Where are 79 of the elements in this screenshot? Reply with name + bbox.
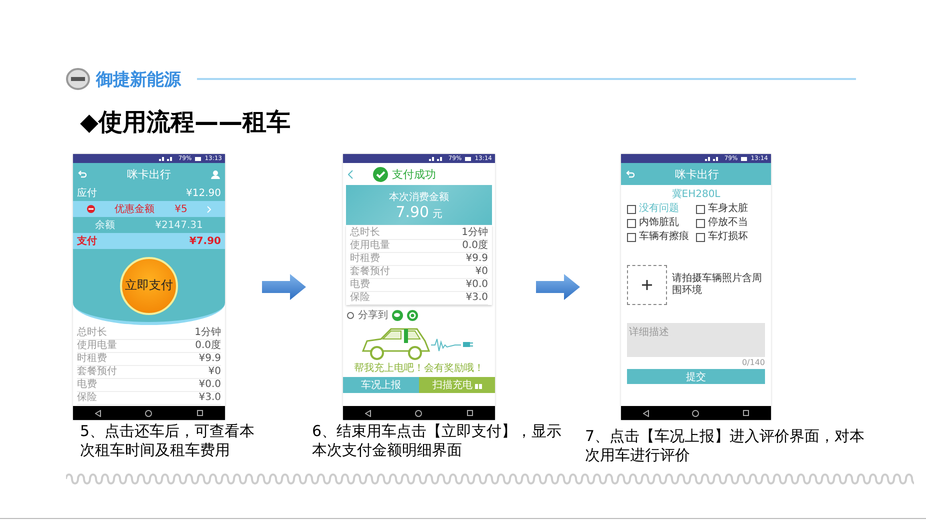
right-arrow-icon	[536, 274, 580, 300]
detail-value: 0.0度	[462, 240, 488, 252]
detail-value: ¥0	[475, 266, 488, 278]
detail-value: 0.0度	[195, 340, 221, 352]
amount-label: 本次消费金额	[389, 190, 449, 204]
detail-label: 总时长	[77, 327, 107, 339]
detail-value: 1分钟	[462, 227, 488, 239]
recents-icon[interactable]	[743, 410, 750, 416]
share-label: 分享到	[358, 308, 388, 322]
detail-value: ¥0.0	[466, 279, 488, 291]
summary-label: 支付	[77, 234, 97, 248]
summary-label: 余额	[95, 218, 116, 232]
detail-value: 1分钟	[194, 327, 221, 339]
step-caption: 5、点击还车后，可查看本次租车时间及租车费用	[80, 422, 256, 461]
app-title: 咪卡出行	[127, 166, 171, 182]
plus-icon	[642, 280, 652, 290]
right-arrow-icon	[262, 274, 306, 300]
back-icon[interactable]	[95, 410, 102, 416]
brand-name: 御捷新能源	[96, 68, 181, 90]
gift-icon	[474, 382, 482, 388]
back-icon[interactable]	[365, 410, 372, 416]
chevron-right-icon	[207, 206, 212, 212]
aperture-icon[interactable]	[407, 310, 418, 320]
detail-value: ¥3.0	[466, 292, 488, 304]
detail-label: 电费	[77, 379, 97, 391]
slide-title: ◆使用流程——租车	[80, 107, 292, 138]
detail-label: 套餐预付	[77, 366, 117, 378]
pay-now-button[interactable]: 立即支付	[120, 256, 178, 314]
detail-label: 总时长	[350, 227, 380, 239]
battery-icon	[464, 156, 472, 160]
home-icon[interactable]	[415, 410, 422, 416]
back-icon[interactable]	[642, 410, 649, 416]
detail-label: 使用电量	[77, 340, 117, 352]
issue-checkbox[interactable]: 车辆有擦痕	[627, 231, 696, 243]
issue-checkbox[interactable]: 车身太脏	[696, 203, 765, 215]
recents-icon[interactable]	[196, 410, 203, 416]
battery-icon	[740, 156, 748, 160]
app-title: 咪卡出行	[675, 166, 719, 182]
detail-value: ¥9.9	[466, 253, 488, 265]
summary-label: 优惠金额	[114, 202, 155, 216]
battery-icon	[194, 156, 202, 160]
detail-label: 保险	[77, 392, 97, 404]
home-icon[interactable]	[145, 410, 152, 416]
check-circle-icon	[373, 166, 388, 182]
step-caption: 7、点击【车况上报】进入评价界面，对本次用车进行评价	[585, 426, 866, 465]
minus-circle-icon	[86, 205, 95, 213]
photo-hint: 请拍摄车辆照片含周围环境	[672, 273, 763, 297]
detail-value: ¥0.0	[198, 379, 221, 391]
detail-label: 套餐预付	[350, 266, 390, 278]
add-photo-button[interactable]	[627, 265, 667, 305]
amount-value: 7.90	[396, 202, 430, 220]
issue-checkbox[interactable]: 内饰脏乱	[627, 217, 696, 229]
promo-text: 帮我充上电吧！会有奖励哦！	[353, 363, 485, 375]
summary-value: ¥7.90	[189, 236, 221, 246]
app-title: 支付成功	[392, 166, 436, 182]
chat-icon[interactable]	[392, 310, 403, 320]
summary-value: ¥5	[174, 204, 188, 214]
detail-label: 时租费	[77, 353, 107, 365]
detail-label: 使用电量	[350, 240, 390, 252]
summary-value: ¥12.90	[186, 188, 221, 198]
detail-value: ¥0	[208, 366, 221, 378]
description-field[interactable]: 详细描述	[627, 323, 765, 357]
issue-checkbox[interactable]: 停放不当	[696, 217, 765, 229]
detail-label: 保险	[350, 292, 370, 304]
char-counter: 0/140	[740, 357, 766, 369]
step-caption: 6、结束用车点击【立即支付】，显示本次支付金额明细界面	[312, 422, 563, 461]
summary-value: ¥2147.31	[155, 220, 203, 230]
home-icon[interactable]	[692, 410, 700, 416]
amount-unit: 元	[432, 208, 442, 220]
summary-label: 应付	[77, 186, 97, 200]
detail-value: ¥3.0	[198, 392, 221, 404]
share-icon	[347, 312, 354, 318]
issue-checkbox[interactable]: 车灯损坏	[696, 231, 765, 243]
recents-icon[interactable]	[466, 410, 473, 416]
detail-label: 电费	[350, 279, 370, 291]
detail-label: 时租费	[350, 253, 380, 265]
logo-icon	[66, 68, 90, 90]
detail-value: ¥9.9	[198, 353, 221, 365]
plate-number: 冀EH280L	[670, 189, 722, 201]
